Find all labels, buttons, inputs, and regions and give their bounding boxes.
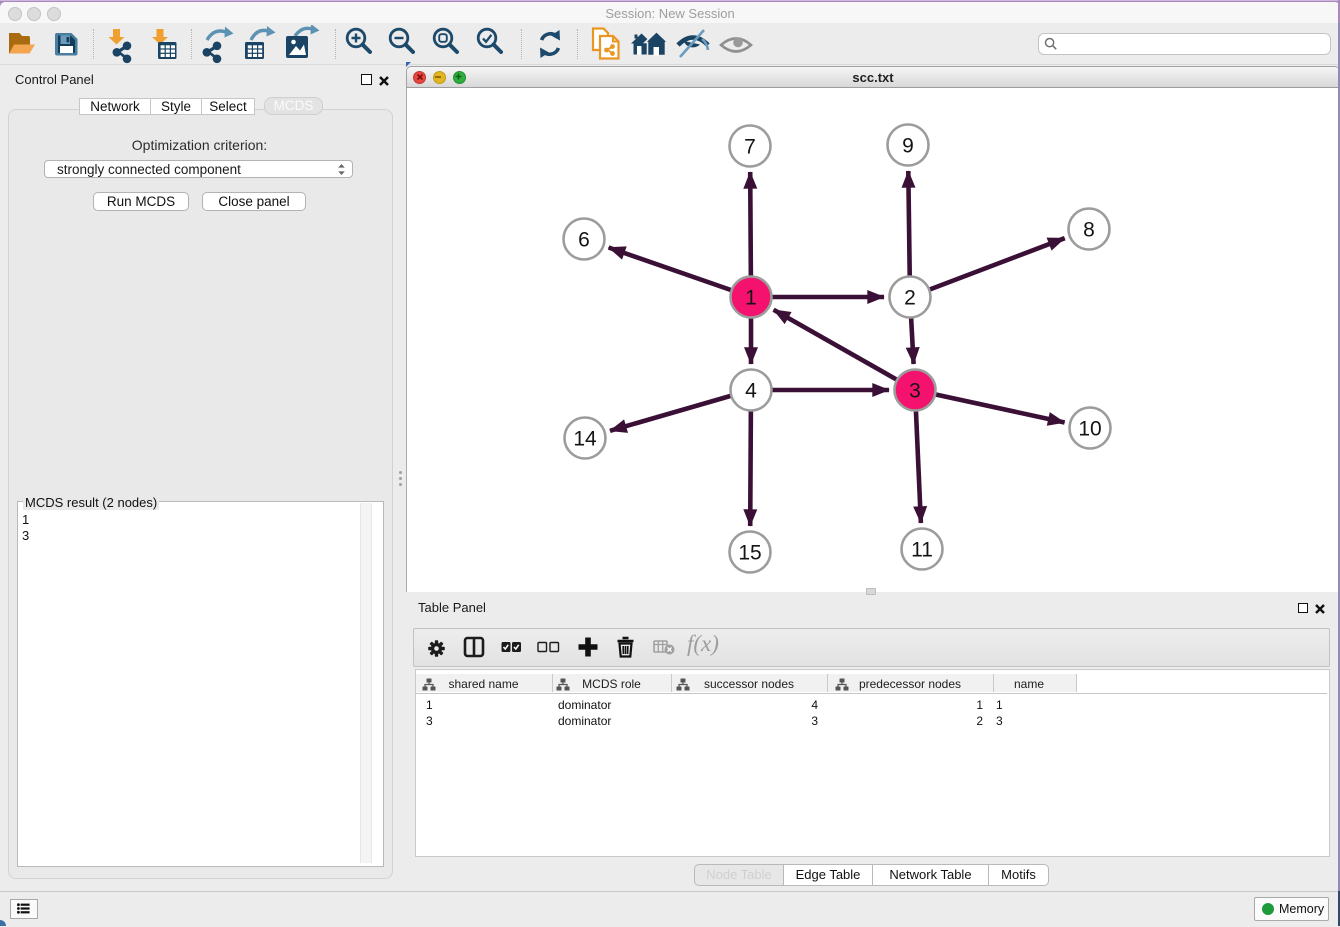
svg-text:1: 1 xyxy=(745,287,757,310)
svg-text:14: 14 xyxy=(573,428,597,451)
svg-text:11: 11 xyxy=(911,539,933,562)
svg-text:9: 9 xyxy=(902,135,914,158)
svg-text:6: 6 xyxy=(578,229,590,252)
svg-text:2: 2 xyxy=(904,287,916,310)
svg-text:7: 7 xyxy=(744,136,756,159)
svg-text:3: 3 xyxy=(909,380,921,403)
svg-text:4: 4 xyxy=(745,380,757,403)
svg-text:15: 15 xyxy=(738,542,761,565)
svg-text:8: 8 xyxy=(1083,219,1095,242)
svg-text:10: 10 xyxy=(1078,418,1101,441)
